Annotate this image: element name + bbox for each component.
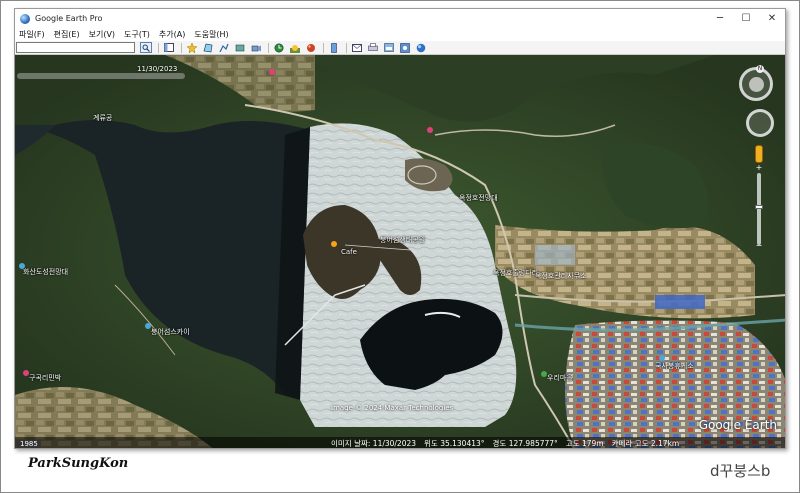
look-around-control[interactable]: N [739,65,773,101]
menu-help[interactable]: 도움말(H) [194,29,228,40]
email-icon[interactable] [351,42,363,53]
toolbar-separator [346,42,347,53]
map-view[interactable]: 11/30/2023 계류공 Cafe 붕어섬생태공원 옥정호전망대 옥정호출렁… [15,55,785,448]
map-label[interactable]: 붕어섬생태공원 [380,235,425,245]
eye-altitude-readout: 카메라 고도 2.17km [611,439,680,448]
north-indicator[interactable]: N [756,65,764,73]
signature-left: ParkSungKon [28,456,129,471]
google-earth-logo: Google Earth [698,418,777,432]
title-bar: Google Earth Pro ─ ☐ ✕ [15,9,785,28]
street-view-pegman-icon[interactable] [755,145,763,163]
move-control[interactable] [746,109,774,137]
signature-right: d꾸붕스b [710,462,771,480]
print-icon[interactable] [367,42,379,53]
zoom-slider-handle[interactable] [755,205,763,209]
earth-gallery-icon[interactable] [415,42,427,53]
save-image-icon[interactable] [383,42,395,53]
search-icon[interactable] [140,42,152,53]
maximize-button[interactable]: ☐ [733,9,759,28]
map-label[interactable]: 구곡리민박 [29,373,61,383]
map-label[interactable]: Cafe [341,248,357,256]
sun-icon[interactable] [289,42,301,53]
time-slider-date: 11/30/2023 [137,65,178,73]
map-label[interactable]: 우리마을 [547,373,573,383]
map-label[interactable]: 계류공 [93,113,112,123]
historical-imagery-icon[interactable] [273,42,285,53]
longitude-readout: 경도 127.985777° [492,439,558,448]
map-label[interactable]: 붕어섬스카이 [151,327,190,337]
minimize-button[interactable]: ─ [707,9,733,28]
map-pin-icon[interactable] [659,355,665,361]
historical-year-badge[interactable]: 1985 [17,440,41,448]
polygon-icon[interactable] [202,42,214,53]
zoom-out-button[interactable]: − [753,241,765,251]
menu-add[interactable]: 추가(A) [159,29,185,40]
imagery-date: 이미지 날짜: 11/30/2023 [331,439,417,448]
elevation-readout: 고도 179m [565,439,604,448]
window-controls: ─ ☐ ✕ [707,9,785,28]
map-label[interactable]: 국사봉휴게소 [655,361,694,371]
menu-edit[interactable]: 편집(E) [54,29,80,40]
status-bar: 1985 이미지 날짜: 11/30/2023 위도 35.130413° 경도… [15,437,785,448]
google-earth-window: Google Earth Pro ─ ☐ ✕ 파일(F) 편집(E) 보기(V)… [14,8,786,449]
google-earth-icon [20,13,30,24]
map-pin-icon[interactable] [269,69,275,75]
latitude-readout: 위도 35.130413° [424,439,485,448]
menu-view[interactable]: 보기(V) [89,29,115,40]
menu-tools[interactable]: 도구(T) [124,29,150,40]
path-icon[interactable] [218,42,230,53]
map-label[interactable]: 옥정호전망대 [459,193,498,203]
window-title: Google Earth Pro [35,14,103,23]
close-button[interactable]: ✕ [759,9,785,28]
map-pin-icon[interactable] [145,323,151,329]
look-joystick[interactable] [749,77,764,92]
map-pin-icon[interactable] [19,263,25,269]
maps-icon[interactable] [399,42,411,53]
toolbar-separator [181,42,182,53]
map-label[interactable]: 옥정호출렁다리 [493,268,538,278]
map-label[interactable]: 화산도성전망대 [23,267,68,277]
map-label[interactable]: 옥정호관리사무소 [535,271,587,281]
image-overlay-icon[interactable] [234,42,246,53]
zoom-slider[interactable] [757,173,761,245]
map-pin-icon[interactable] [427,127,433,133]
map-pin-icon[interactable] [541,371,547,377]
imagery-credit: Image © 2024 Maxar Technologies [331,404,454,412]
toolbar-separator [323,42,324,53]
map-pin-icon[interactable] [331,241,337,247]
toolbar-separator [158,42,159,53]
toolbar [15,41,785,55]
record-tour-icon[interactable] [250,42,262,53]
satellite-imagery [15,55,785,448]
toolbar-separator [268,42,269,53]
menu-file[interactable]: 파일(F) [19,29,45,40]
search-input[interactable] [16,42,135,53]
planets-icon[interactable] [305,42,317,53]
ruler-icon[interactable] [328,42,340,53]
sidebar-icon[interactable] [163,42,175,53]
time-slider[interactable] [17,73,185,79]
menu-bar: 파일(F) 편집(E) 보기(V) 도구(T) 추가(A) 도움말(H) [15,28,785,41]
zoom-in-button[interactable]: + [753,163,765,173]
map-pin-icon[interactable] [23,370,29,376]
placemark-icon[interactable] [186,42,198,53]
